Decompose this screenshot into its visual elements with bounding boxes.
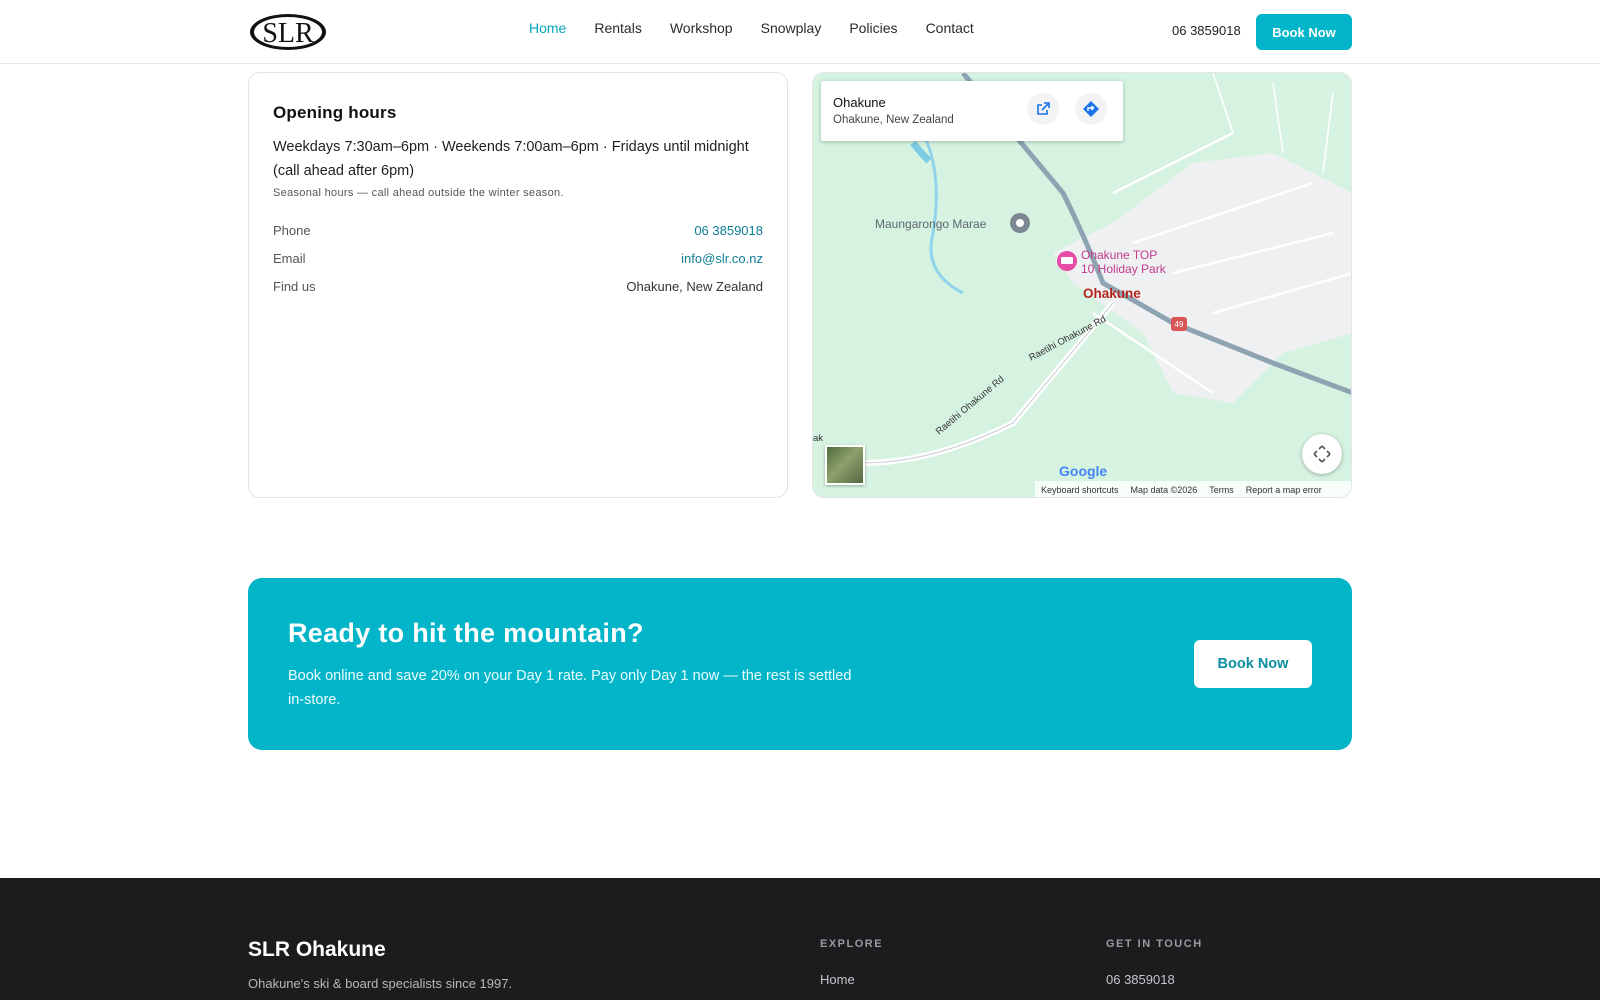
town-label: Ohakune: [1083, 286, 1141, 301]
footer-phone-link[interactable]: 06 3859018: [1106, 972, 1175, 987]
opening-hours-text: Weekdays 7:30am–6pm · Weekends 7:00am–6p…: [273, 139, 749, 179]
map-attribution-bar: Keyboard shortcuts Map data ©2026 Terms …: [1035, 481, 1351, 497]
opening-hours-card: Opening hours Weekdays 7:30am–6pm · Week…: [248, 72, 788, 498]
footer-contact-heading: GET IN TOUCH: [1106, 938, 1203, 950]
site-header: SLR Home Rentals Workshop Snowplay Polic…: [0, 0, 1600, 64]
cta-banner: Ready to hit the mountain? Book online a…: [248, 578, 1352, 750]
find-us-label: Find us: [273, 279, 316, 294]
fullscreen-icon: [1313, 445, 1331, 463]
marae-label: Maungarongo Marae: [875, 217, 987, 231]
main-nav: Home Rentals Workshop Snowplay Policies …: [529, 20, 974, 36]
cta-book-now-button[interactable]: Book Now: [1194, 640, 1312, 688]
google-logo: Google: [1059, 463, 1108, 479]
holiday-park-label-line2: 10 Holiday Park: [1081, 262, 1167, 276]
footer-brand: SLR Ohakune: [248, 938, 386, 961]
keyboard-shortcuts-link[interactable]: Keyboard shortcuts: [1041, 485, 1119, 495]
satellite-toggle[interactable]: [825, 445, 865, 485]
opening-hours-title: Opening hours: [273, 103, 397, 122]
footer-link-home[interactable]: Home: [820, 972, 855, 987]
site-footer: SLR Ohakune Ohakune's ski & board specia…: [0, 878, 1600, 1000]
map-place-card: Ohakune Ohakune, New Zealand: [821, 81, 1123, 141]
nav-contact[interactable]: Contact: [926, 20, 974, 36]
map-place-address: Ohakune, New Zealand: [833, 114, 954, 126]
nav-rentals[interactable]: Rentals: [594, 20, 641, 36]
cta-text: Book online and save 20% on your Day 1 r…: [288, 668, 852, 708]
contact-row-email: Email info@slr.co.nz: [273, 251, 763, 266]
contact-row-location: Find us Ohakune, New Zealand: [273, 279, 763, 294]
highway-number: 49: [1175, 320, 1184, 329]
nav-home[interactable]: Home: [529, 20, 566, 36]
logo-text: SLR: [262, 18, 314, 49]
find-us-value: Ohakune, New Zealand: [626, 279, 763, 294]
terms-link[interactable]: Terms: [1209, 485, 1234, 495]
open-in-maps-button[interactable]: [1027, 93, 1059, 125]
nav-snowplay[interactable]: Snowplay: [761, 20, 822, 36]
location-map[interactable]: 49 Maungarongo Marae Ohakune TOP 10 Holi…: [812, 72, 1352, 498]
external-link-icon: [1037, 102, 1050, 115]
holiday-park-label-line1: Ohakune TOP: [1081, 248, 1157, 262]
email-link[interactable]: info@slr.co.nz: [681, 251, 763, 266]
phone-label: Phone: [273, 223, 311, 238]
header-book-now-button[interactable]: Book Now: [1256, 14, 1352, 50]
phone-link[interactable]: 06 3859018: [694, 223, 763, 238]
nav-policies[interactable]: Policies: [849, 20, 897, 36]
map-place-name: Ohakune: [833, 95, 886, 110]
contact-row-phone: Phone 06 3859018: [273, 223, 763, 238]
header-phone-link[interactable]: 06 3859018: [1172, 23, 1241, 38]
seasonal-note: Seasonal hours — call ahead outside the …: [273, 187, 564, 199]
road-label-edge: ak: [813, 433, 823, 444]
report-error-link[interactable]: Report a map error: [1246, 485, 1322, 495]
footer-tagline: Ohakune's ski & board specialists since …: [248, 976, 513, 991]
fullscreen-button[interactable]: [1302, 434, 1342, 474]
nav-workshop[interactable]: Workshop: [670, 20, 733, 36]
slr-logo[interactable]: SLR: [248, 12, 328, 52]
directions-icon: [1083, 101, 1099, 117]
directions-button[interactable]: [1075, 93, 1107, 125]
email-label: Email: [273, 251, 306, 266]
footer-explore-heading: EXPLORE: [820, 938, 884, 950]
cta-title: Ready to hit the mountain?: [288, 618, 644, 648]
map-data-label: Map data ©2026: [1130, 485, 1198, 495]
